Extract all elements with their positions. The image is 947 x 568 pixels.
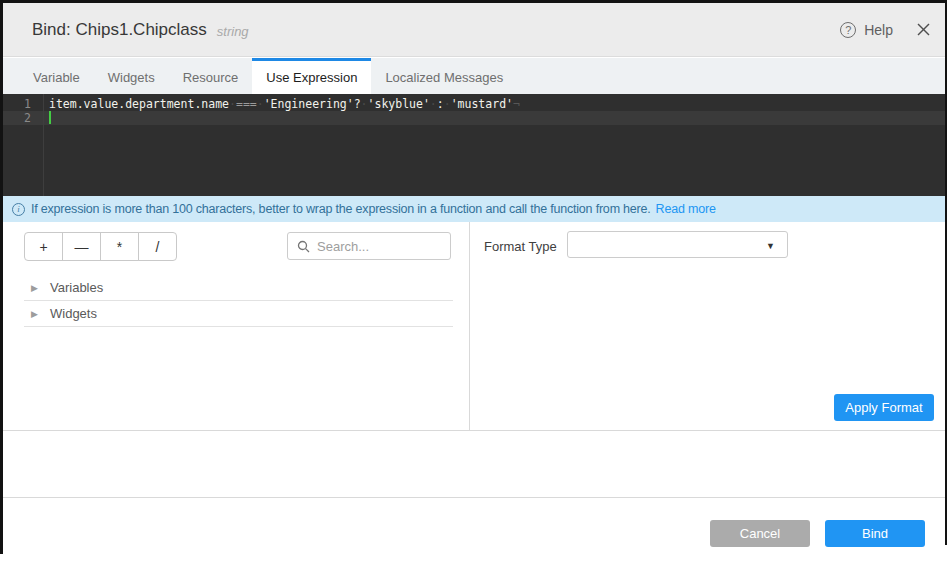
bind-type-label: string (217, 24, 249, 39)
operator-button-0[interactable]: + (24, 232, 63, 261)
tab-bar: VariableWidgetsResourceUse ExpressionLoc… (3, 58, 945, 94)
format-type-select[interactable]: ▼ (567, 231, 788, 258)
expand-triangle-icon[interactable]: ▶ (31, 283, 41, 293)
help-link[interactable]: Help (864, 22, 893, 38)
apply-format-button[interactable]: Apply Format (834, 394, 934, 421)
expand-triangle-icon[interactable]: ▶ (31, 309, 41, 319)
info-icon: i (12, 203, 25, 216)
footer-divider (3, 497, 945, 498)
editor-cursor (49, 111, 51, 124)
editor-gutter: 12 (3, 94, 44, 196)
dialog-header: Bind: Chips1.Chipclass string ? Help (3, 3, 945, 57)
bind-button[interactable]: Bind (825, 520, 925, 547)
tab-resource[interactable]: Resource (169, 58, 253, 94)
operator-button-2[interactable]: * (100, 232, 139, 261)
tab-variable[interactable]: Variable (19, 58, 94, 94)
content-area: +—*/ ▶ Variables ▶ Widgets Format Type ▼ Ap… (3, 222, 945, 431)
line-number: 2 (24, 111, 31, 125)
format-type-label: Format Type (484, 239, 557, 254)
search-box[interactable] (287, 232, 451, 260)
tab-use-expression[interactable]: Use Expression (252, 58, 371, 94)
operator-button-1[interactable]: — (62, 232, 101, 261)
operator-button-group: +—*/ (24, 232, 177, 261)
info-bar: i If expression is more than 100 charact… (3, 196, 945, 222)
editor-active-line (3, 111, 945, 125)
dropdown-caret-icon: ▼ (766, 241, 775, 251)
close-icon[interactable] (917, 23, 930, 36)
expression-code-line: item.value.department.name·===·'Engineer… (49, 97, 520, 111)
tree-item-variables[interactable]: ▶ Variables (24, 275, 453, 301)
search-icon (297, 240, 310, 253)
expression-helper-pane: +—*/ ▶ Variables ▶ Widgets (3, 222, 470, 430)
operator-button-3[interactable]: / (138, 232, 177, 261)
tab-localized-messages[interactable]: Localized Messages (371, 58, 517, 94)
expression-editor[interactable]: 12 item.value.department.name·===·'Engin… (3, 94, 945, 196)
cancel-button[interactable]: Cancel (710, 520, 810, 547)
read-more-link[interactable]: Read more (656, 202, 716, 216)
info-text: If expression is more than 100 character… (31, 202, 651, 216)
help-icon[interactable]: ? (840, 22, 856, 38)
dialog-title: Bind: Chips1.Chipclass (32, 20, 207, 40)
format-pane: Format Type ▼ Apply Format (471, 222, 945, 430)
binding-tree: ▶ Variables ▶ Widgets (24, 275, 453, 327)
dialog-footer: Cancel Bind (3, 520, 945, 547)
search-input[interactable] (317, 239, 437, 254)
tree-item-label: Variables (50, 280, 103, 295)
tab-widgets[interactable]: Widgets (94, 58, 169, 94)
line-number: 1 (24, 97, 31, 111)
tree-item-widgets[interactable]: ▶ Widgets (24, 301, 453, 327)
tree-item-label: Widgets (50, 306, 97, 321)
